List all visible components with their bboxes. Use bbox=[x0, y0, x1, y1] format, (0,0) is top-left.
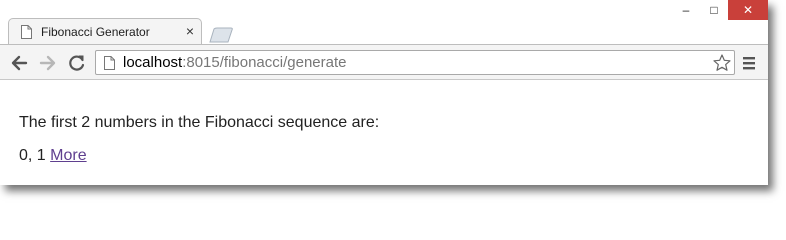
address-bar[interactable]: localhost:8015/fibonacci/generate bbox=[95, 50, 735, 75]
intro-text: The first 2 numbers in the Fibonacci seq… bbox=[19, 114, 380, 131]
title-bar: Fibonacci Generator × – □ ✕ bbox=[0, 0, 768, 45]
url-host: localhost bbox=[123, 54, 183, 71]
tab-title: Fibonacci Generator bbox=[41, 25, 150, 39]
page-content: The first 2 numbers in the Fibonacci seq… bbox=[0, 80, 768, 185]
tab-fibonacci-generator[interactable]: Fibonacci Generator × bbox=[8, 18, 202, 45]
forward-arrow-icon[interactable] bbox=[38, 53, 58, 73]
star-icon[interactable] bbox=[712, 53, 732, 73]
sequence-values: 0, 1 bbox=[19, 147, 46, 164]
page-icon bbox=[104, 56, 115, 70]
close-window-button[interactable]: ✕ bbox=[728, 0, 768, 20]
reload-icon[interactable] bbox=[67, 53, 87, 73]
url-path: :8015/fibonacci/generate bbox=[182, 54, 347, 71]
back-arrow-icon[interactable] bbox=[9, 53, 29, 73]
sequence-line: 0, 1 More bbox=[19, 147, 87, 165]
new-tab-button[interactable] bbox=[206, 27, 236, 43]
url-text[interactable]: localhost:8015/fibonacci/generate bbox=[123, 54, 347, 72]
more-link[interactable]: More bbox=[50, 147, 86, 164]
toolbar: localhost:8015/fibonacci/generate bbox=[0, 44, 768, 80]
minimize-button[interactable]: – bbox=[672, 0, 700, 20]
menu-icon[interactable] bbox=[740, 54, 758, 72]
page-icon bbox=[21, 25, 32, 39]
close-icon[interactable]: × bbox=[183, 23, 197, 39]
browser-window: Fibonacci Generator × – □ ✕ localhost:80… bbox=[0, 0, 768, 185]
maximize-button[interactable]: □ bbox=[700, 0, 728, 20]
